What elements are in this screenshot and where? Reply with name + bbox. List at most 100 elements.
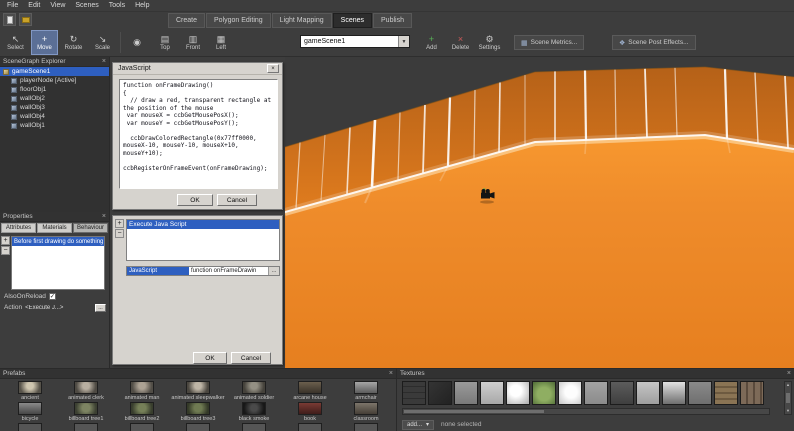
javascript-code-editor[interactable]: function onFrameDrawing() { // draw a re… [119,79,278,189]
front-view-button[interactable]: ▥ Front [180,30,206,55]
prefab-item[interactable] [58,423,114,431]
prefab-item[interactable]: armchair [338,381,394,401]
tab-create[interactable]: Create [168,13,206,28]
scrollbar-thumb[interactable] [786,393,790,403]
prefab-item[interactable]: animated sleepwalker [170,381,226,401]
prefab-item[interactable]: animated man [114,381,170,401]
tab-behaviour[interactable]: Behaviour [73,223,108,233]
prefab-item[interactable] [114,423,170,431]
viewport-3d[interactable] [283,57,794,368]
menu-edit[interactable]: Edit [23,2,45,9]
prefab-item[interactable] [282,423,338,431]
texture-thumbnail[interactable] [636,381,660,405]
close-icon[interactable]: × [389,370,393,377]
texture-thumbnail[interactable] [740,381,764,405]
prefab-item[interactable]: billboard tree1 [58,402,114,422]
close-icon[interactable]: × [102,213,106,220]
menu-file[interactable]: File [2,2,23,9]
tab-materials[interactable]: Materials [37,223,72,233]
tree-node-floorobj1[interactable]: floorObj1 [0,85,109,94]
add-texture-dropdown[interactable]: add... ▾ [402,419,435,430]
tree-node-gamescene1[interactable]: gameScene1 [0,67,109,76]
edit-script-button[interactable]: ... [268,267,279,275]
perspective-view-button[interactable]: ◉ [126,30,148,55]
tab-light-mapping[interactable]: Light Mapping [271,13,332,28]
tab-publish[interactable]: Publish [373,13,412,28]
prefab-item[interactable]: black smoke [226,402,282,422]
close-icon[interactable]: × [102,58,106,65]
ok-button[interactable]: OK [193,352,227,364]
prefab-item[interactable]: book [282,402,338,422]
javascript-dialog-titlebar[interactable]: JavaScript × [113,63,282,75]
scroll-down-icon[interactable]: ▼ [786,408,790,414]
new-document-icon[interactable] [3,13,16,26]
scene-post-effects-button[interactable]: ❖ Scene Post Effects... [612,35,696,50]
action-list[interactable]: Execute Java Script [126,219,280,261]
tab-scenes[interactable]: Scenes [332,13,373,28]
prefab-item[interactable]: bicycle [2,402,58,422]
tree-node-playernode[interactable]: playerNode [Active] [0,76,109,85]
prefab-item[interactable]: animated soldier [226,381,282,401]
texture-thumbnail[interactable] [714,381,738,405]
texture-thumbnail[interactable] [402,381,426,405]
scroll-up-icon[interactable]: ▲ [786,382,790,388]
left-view-button[interactable]: ▦ Left [208,30,234,55]
prefab-item[interactable]: ancient [2,381,58,401]
top-view-button[interactable]: ▤ Top [152,30,178,55]
close-icon[interactable]: × [267,64,279,73]
texture-thumbnail[interactable] [428,381,452,405]
tree-node-wallobj3[interactable]: wallObj3 [0,103,109,112]
open-folder-icon[interactable] [19,13,32,26]
action-edit-button[interactable]: ... [95,303,106,312]
tab-attributes[interactable]: Attributes [1,223,36,233]
tab-polygon-editing[interactable]: Polygon Editing [206,13,271,28]
prefab-item[interactable] [170,423,226,431]
cancel-button[interactable]: Cancel [231,352,271,364]
close-icon[interactable]: × [787,370,791,377]
texture-thumbnail[interactable] [532,381,556,405]
prefab-item[interactable]: billboard tree2 [114,402,170,422]
rotate-tool-button[interactable]: ↻ Rotate [60,30,87,55]
scene-selector-dropdown[interactable]: gameScene1 ▼ [300,35,410,48]
texture-thumbnail[interactable] [688,381,712,405]
menu-scenes[interactable]: Scenes [70,2,103,9]
texture-thumbnail[interactable] [454,381,478,405]
add-scene-button[interactable]: + Add [418,30,445,55]
scene-metrics-button[interactable]: ▦ Scene Metrics... [514,35,585,50]
textures-horizontal-scrollbar[interactable] [402,408,770,415]
textures-vertical-scrollbar[interactable]: ▲ ▼ [784,381,792,415]
texture-thumbnail[interactable] [662,381,686,405]
tree-node-wallobj4[interactable]: wallObj4 [0,112,109,121]
prefab-item[interactable] [338,423,394,431]
tree-node-wallobj1[interactable]: wallObj1 [0,121,109,130]
texture-thumbnail[interactable] [584,381,608,405]
add-behavior-button[interactable]: + [1,236,10,245]
texture-thumbnail[interactable] [506,381,530,405]
texture-thumbnail[interactable] [558,381,582,405]
action-list-item[interactable]: Execute Java Script [127,220,279,229]
tree-node-wallobj2[interactable]: wallObj2 [0,94,109,103]
add-action-button[interactable]: + [115,219,124,228]
cancel-button[interactable]: Cancel [217,194,257,206]
viewport-canvas[interactable] [283,57,794,368]
delete-scene-button[interactable]: × Delete [447,30,474,55]
remove-behavior-button[interactable]: − [1,246,10,255]
prefab-item[interactable]: animated clerk [58,381,114,401]
prefab-item[interactable]: classroom [338,402,394,422]
texture-thumbnail[interactable] [610,381,634,405]
menu-tools[interactable]: Tools [104,2,130,9]
property-value-cell[interactable]: function onFrameDrawin [189,267,268,275]
menu-help[interactable]: Help [130,2,154,9]
move-tool-button[interactable]: + Move [31,30,58,55]
settings-button[interactable]: ⚙ Settings [476,30,503,55]
select-tool-button[interactable]: ↖ Select [2,30,29,55]
remove-action-button[interactable]: − [115,229,124,238]
behavior-list[interactable]: Before first drawing do something [11,236,105,290]
behavior-list-item[interactable]: Before first drawing do something [12,237,104,246]
prefab-item[interactable] [2,423,58,431]
ok-button[interactable]: OK [177,194,213,206]
property-name-cell[interactable]: JavaScript [127,267,189,275]
scale-tool-button[interactable]: ↘ Scale [89,30,116,55]
prefab-item[interactable]: arcane house [282,381,338,401]
prefab-item[interactable]: billboard tree3 [170,402,226,422]
